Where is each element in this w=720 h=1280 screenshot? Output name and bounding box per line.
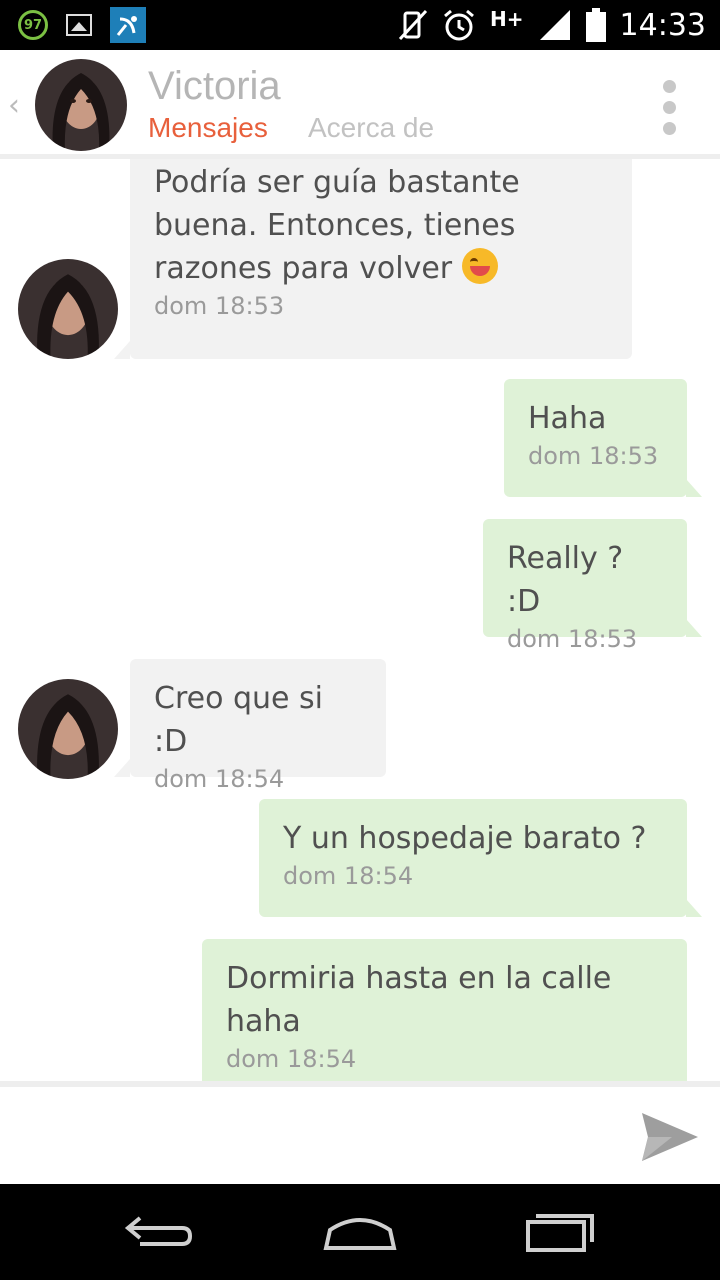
outgoing-message[interactable]: Y un hospedaje barato ? dom 18:54 xyxy=(259,799,687,917)
bubble-tail xyxy=(686,619,702,637)
overflow-menu-icon[interactable] xyxy=(660,80,678,135)
send-icon[interactable] xyxy=(638,1109,702,1165)
message-composer xyxy=(0,1087,720,1184)
message-timestamp: dom 18:53 xyxy=(528,442,659,470)
outgoing-message[interactable]: Haha dom 18:53 xyxy=(504,379,687,497)
message-text: Really ? :D xyxy=(507,541,624,619)
incoming-message[interactable]: Podría ser guía bastante buena. Entonces… xyxy=(130,159,632,359)
message-text: Haha xyxy=(528,401,607,436)
tab-mensajes[interactable]: Mensajes xyxy=(148,112,268,144)
message-text: Dormiria hasta en la calle haha xyxy=(226,961,612,1039)
clock: 14:33 xyxy=(619,7,706,43)
message-timestamp: dom 18:53 xyxy=(507,625,638,653)
message-text: Creo que si :D xyxy=(154,681,323,759)
network-type: H+ xyxy=(490,7,524,31)
incoming-message[interactable]: Creo que si :D dom 18:54 xyxy=(130,659,386,793)
message-list[interactable]: Podría ser guía bastante buena. Entonces… xyxy=(0,159,720,1081)
chat-header: ‹ Victoria Mensajes Acerca de xyxy=(0,50,720,156)
tab-acerca-de[interactable]: Acerca de xyxy=(308,112,434,144)
status-bar: 97 H+ 14:33 xyxy=(0,0,720,50)
bubble-tail xyxy=(114,759,130,777)
recent-apps-icon[interactable] xyxy=(520,1208,600,1256)
bubble-tail xyxy=(114,341,130,359)
message-timestamp: dom 18:54 xyxy=(154,765,285,793)
outgoing-message[interactable]: Really ? :D dom 18:53 xyxy=(483,519,687,653)
message-timestamp: dom 18:54 xyxy=(283,862,414,890)
message-timestamp: dom 18:53 xyxy=(154,292,285,320)
bubble-tail xyxy=(686,899,702,917)
smiling-face-emoji xyxy=(461,248,498,284)
message-text: Y un hospedaje barato ? xyxy=(283,821,647,856)
sender-avatar[interactable] xyxy=(18,679,118,779)
satellite-dish-icon xyxy=(110,7,146,43)
notification-count-badge: 97 xyxy=(18,10,48,40)
message-text: Podría ser guía bastante buena. Entonces… xyxy=(154,165,520,286)
battery-icon xyxy=(585,8,606,42)
message-timestamp: dom 18:54 xyxy=(226,1045,357,1073)
bubble-tail xyxy=(686,479,702,497)
alarm-icon xyxy=(444,9,474,41)
contact-name[interactable]: Victoria xyxy=(148,64,281,109)
photo-icon xyxy=(66,14,92,36)
back-chevron-icon[interactable]: ‹ xyxy=(8,88,20,123)
contact-avatar[interactable] xyxy=(35,59,127,151)
sender-avatar[interactable] xyxy=(18,259,118,359)
back-icon[interactable] xyxy=(120,1208,200,1256)
outgoing-message[interactable]: Dormiria hasta en la calle haha dom 18:5… xyxy=(202,939,687,1081)
vibrate-off-icon xyxy=(398,9,428,41)
home-icon[interactable] xyxy=(320,1208,400,1256)
message-input[interactable] xyxy=(20,1107,624,1165)
signal-icon xyxy=(539,10,570,40)
system-nav-bar xyxy=(0,1184,720,1280)
